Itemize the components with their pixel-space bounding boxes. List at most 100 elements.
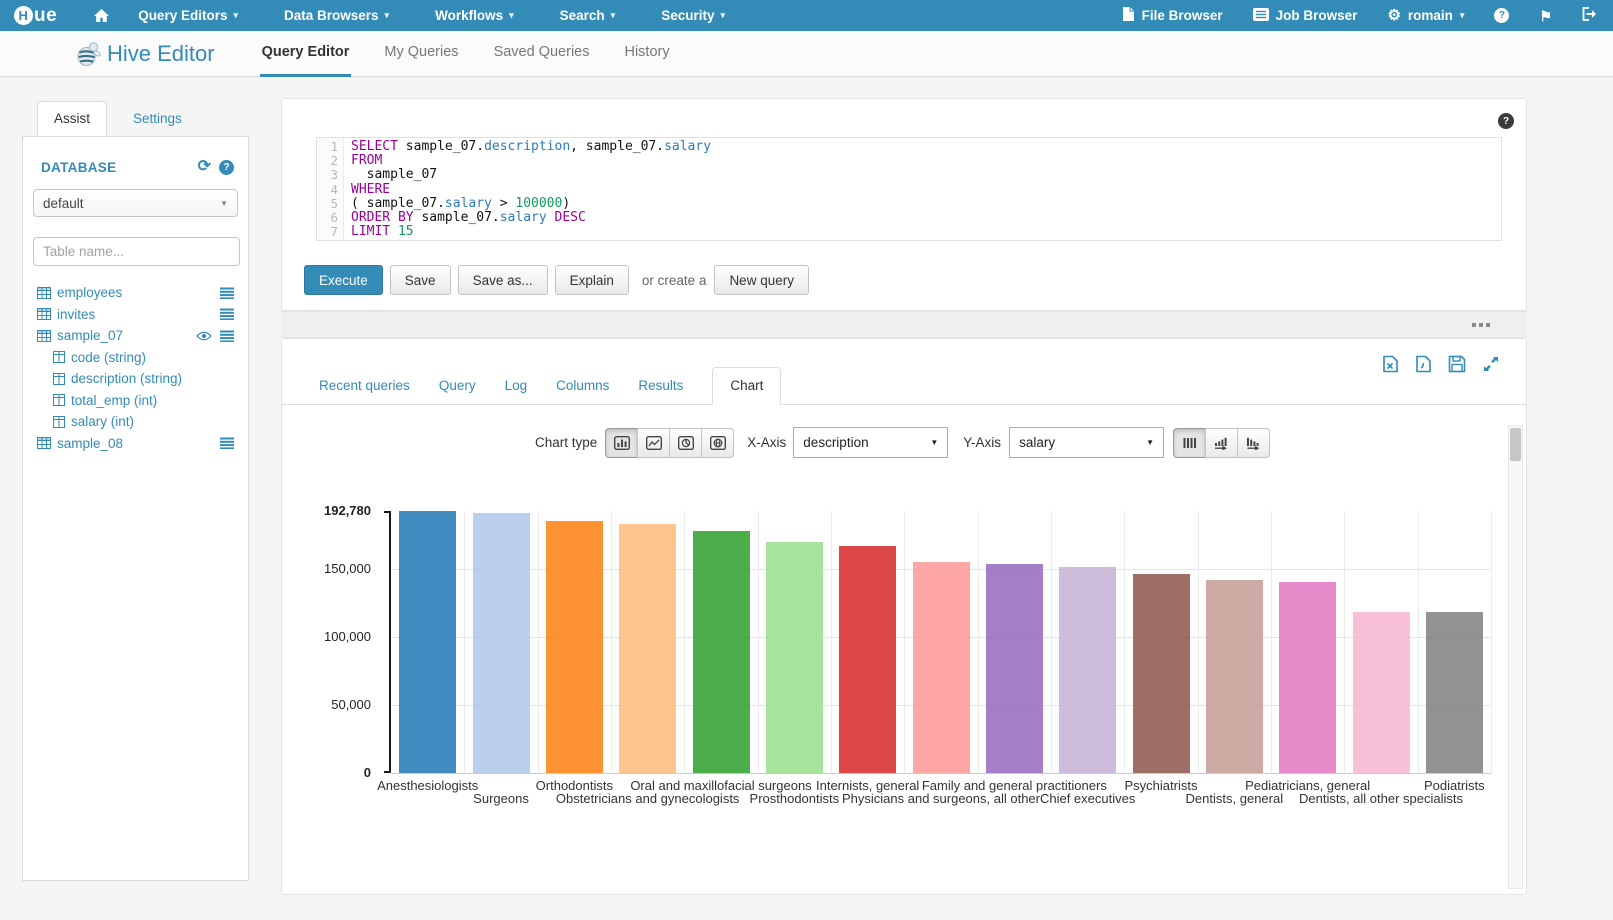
topnav-menus: Query Editors▾ Data Browsers▾ Workflows▾ Se… (138, 8, 771, 23)
sort-none-button[interactable] (1173, 428, 1206, 458)
explain-button[interactable]: Explain (555, 265, 629, 295)
bar-psychiatrists[interactable] (1133, 574, 1190, 773)
scrollbar-thumb[interactable] (1510, 428, 1521, 461)
tab-query-editor[interactable]: Query Editor (260, 31, 352, 77)
sql-editor[interactable]: 1234567 SELECT sample_07.description, sa… (316, 137, 1502, 241)
bar-surgeons[interactable] (473, 513, 530, 773)
chevron-down-icon: ▾ (233, 10, 238, 21)
menu-data-browsers[interactable]: Data Browsers▾ (284, 8, 389, 23)
tab-saved-queries[interactable]: Saved Queries (492, 31, 592, 77)
table-menu-icon[interactable] (220, 330, 234, 342)
results-tab-query[interactable]: Query (439, 368, 476, 404)
job-browser-button[interactable]: Job Browser (1253, 8, 1358, 24)
bar-family-and-general-practitioners[interactable] (986, 564, 1043, 773)
chart-type-line-button[interactable] (637, 428, 670, 458)
menu-search[interactable]: Search▾ (560, 8, 616, 23)
table-item-employees[interactable]: employees (23, 282, 248, 304)
table-menu-icon[interactable] (220, 308, 234, 320)
bar-obstetricians-and-gynecologists[interactable] (619, 524, 676, 774)
chart-type-bars-button[interactable] (605, 428, 638, 458)
y-axis-labels: 192,780150,000100,00050,0000 (299, 511, 381, 773)
results-tab-columns[interactable]: Columns (556, 368, 609, 404)
y-axis-select[interactable]: salary ▼ (1009, 427, 1164, 458)
hive-bee-icon (76, 40, 101, 67)
chart-type-label: Chart type (535, 435, 597, 450)
list-icon (1253, 8, 1269, 24)
y-tick-label: 150,000 (324, 561, 371, 576)
bar-podiatrists[interactable] (1426, 612, 1483, 773)
logout-button[interactable] (1582, 7, 1597, 24)
column-item-total-emp[interactable]: total_emp (int) (23, 390, 248, 412)
results-scrollbar[interactable] (1508, 425, 1523, 889)
x-axis-select[interactable]: description ▼ (793, 427, 948, 458)
help-button[interactable]: ? (1494, 8, 1509, 23)
table-item-sample-07[interactable]: sample_07 (23, 325, 248, 347)
bar-oral-and-maxillofacial-surgeons[interactable] (693, 531, 750, 774)
fullscreen-icon[interactable] (1482, 355, 1500, 373)
sort-asc-button[interactable] (1205, 428, 1238, 458)
save-results-icon[interactable] (1448, 355, 1466, 373)
table-menu-icon[interactable] (220, 437, 234, 449)
column-item-salary[interactable]: salary (int) (23, 411, 248, 433)
gridline-v (684, 511, 685, 773)
refresh-icon[interactable]: ⟳ (198, 159, 211, 175)
bar-dentists-general[interactable] (1206, 580, 1263, 773)
user-menu[interactable]: ⚙ romain ▾ (1387, 8, 1464, 23)
file-browser-button[interactable]: File Browser (1122, 6, 1223, 25)
sort-desc-button[interactable] (1237, 428, 1270, 458)
bar-anesthesiologists[interactable] (399, 511, 456, 773)
save-button[interactable]: Save (390, 265, 451, 295)
assist-panel: Assist Settings DATABASE ⟳ ? default ▼ e… (22, 100, 249, 881)
hue-logo-mark: H (14, 6, 33, 25)
save-as-button[interactable]: Save as... (458, 265, 548, 295)
tab-my-queries[interactable]: My Queries (382, 31, 460, 77)
menu-security[interactable]: Security▾ (661, 8, 725, 23)
table-filter-input[interactable] (33, 237, 240, 266)
editor-help-icon[interactable]: ? (1498, 113, 1514, 129)
bar-orthodontists[interactable] (546, 521, 603, 773)
tab-settings[interactable]: Settings (133, 111, 182, 126)
results-tab-results[interactable]: Results (638, 368, 683, 404)
database-help-icon[interactable]: ? (219, 160, 234, 175)
bar-dentists-all-other-specialists[interactable] (1353, 612, 1410, 774)
resize-handle-icon[interactable] (1472, 323, 1490, 327)
menu-query-editors[interactable]: Query Editors▾ (138, 8, 238, 23)
sql-line-5: ( sample_07.salary > 100000) (351, 197, 1501, 211)
results-tab-log[interactable]: Log (505, 368, 528, 404)
menu-workflows[interactable]: Workflows▾ (435, 8, 514, 23)
column-item-description[interactable]: description (string) (23, 368, 248, 390)
database-select[interactable]: default ▼ (33, 189, 238, 217)
panel-splitter[interactable] (281, 311, 1527, 338)
app-tabs: Query Editor My Queries Saved Queries Histo… (229, 31, 672, 77)
query-editor-panel: ? 1234567 SELECT sample_07.description, … (281, 98, 1527, 311)
chart-type-group (605, 428, 734, 458)
feedback-button[interactable]: ⚑ (1539, 9, 1552, 23)
eye-icon[interactable] (196, 331, 212, 341)
chart-type-pie-button[interactable] (669, 428, 702, 458)
home-icon[interactable] (93, 8, 110, 23)
bar-physicians-and-surgeons-all-other[interactable] (913, 562, 970, 773)
table-item-invites[interactable]: invites (23, 304, 248, 326)
hue-logo[interactable]: H ue (14, 5, 57, 27)
table-item-sample-08[interactable]: sample_08 (23, 433, 248, 455)
bar-pediatricians-general[interactable] (1279, 582, 1336, 773)
results-tab-chart[interactable]: Chart (712, 367, 781, 405)
y-tick-label: 0 (364, 765, 371, 780)
app-title[interactable]: Hive Editor (107, 41, 215, 67)
tab-assist[interactable]: Assist (37, 101, 107, 136)
column-item-code[interactable]: code (string) (23, 347, 248, 369)
execute-button[interactable]: Execute (304, 265, 383, 295)
sql-line-3: sample_07 (351, 168, 1501, 182)
bar-internists-general[interactable] (839, 546, 896, 773)
chart-type-map-button[interactable] (701, 428, 734, 458)
results-tab-recent-queries[interactable]: Recent queries (319, 368, 410, 404)
export-excel-icon[interactable] (1382, 355, 1399, 373)
sql-code[interactable]: SELECT sample_07.description, sample_07.… (344, 138, 1501, 240)
bar-chief-executives[interactable] (1059, 567, 1116, 773)
new-query-button[interactable]: New query (714, 265, 809, 295)
table-menu-icon[interactable] (220, 287, 234, 299)
tab-history[interactable]: History (622, 31, 671, 77)
bar-prosthodontists[interactable] (766, 542, 823, 773)
export-csv-icon[interactable] (1415, 355, 1432, 373)
sql-line-4: WHERE (351, 183, 1501, 197)
